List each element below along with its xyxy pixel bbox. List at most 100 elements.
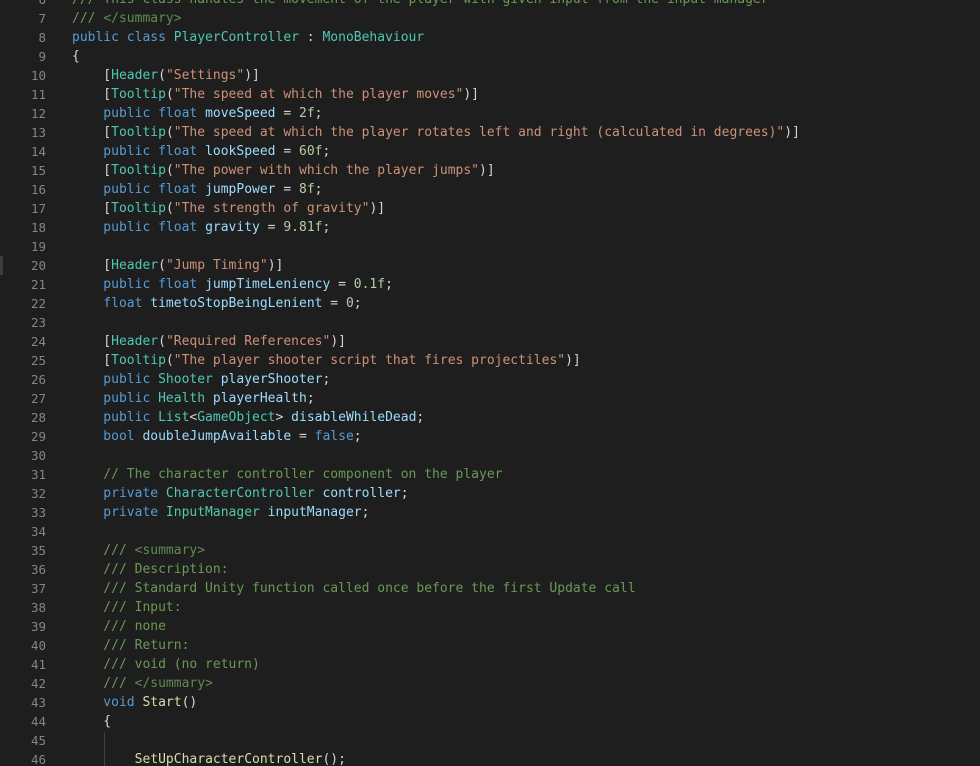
code-line[interactable]: 11 [Tooltip("The speed at which the play… — [0, 85, 980, 104]
code-line[interactable]: 19 — [0, 237, 980, 256]
code-text: private InputManager inputManager; — [72, 503, 369, 522]
code-line[interactable]: 7 /// </summary> — [0, 9, 980, 28]
code-text: [Tooltip("The speed at which the player … — [72, 123, 800, 142]
line-number: 33 — [30, 505, 46, 520]
line-number: 40 — [30, 638, 46, 653]
code-token: )] — [267, 258, 284, 273]
code-line[interactable]: 28 public List<GameObject> disableWhileD… — [0, 408, 980, 427]
code-token: // The character controller component on… — [72, 467, 503, 482]
line-number: 46 — [30, 752, 46, 766]
code-line[interactable]: 43 void Start() — [0, 693, 980, 712]
code-token: Header — [111, 258, 159, 273]
code-token: > — [275, 410, 292, 425]
code-line[interactable]: 26 public Shooter playerShooter; — [0, 370, 980, 389]
code-line[interactable]: 6 /// This class handles the movement of … — [0, 0, 980, 9]
code-token: () — [181, 695, 198, 710]
code-line[interactable]: 38 /// Input: — [0, 598, 980, 617]
code-line[interactable]: 14 public float lookSpeed = 60f; — [0, 142, 980, 161]
code-token: ; — [322, 372, 331, 387]
code-line[interactable]: 42 /// </summary> — [0, 674, 980, 693]
line-number: 19 — [30, 239, 46, 254]
code-line[interactable]: 15 [Tooltip("The power with which the pl… — [0, 161, 980, 180]
code-token: ; — [361, 505, 370, 520]
code-line[interactable]: 16 public float jumpPower = 8f; — [0, 180, 980, 199]
code-token: { — [72, 714, 112, 729]
code-line[interactable]: 24 [Header("Required References")] — [0, 332, 980, 351]
code-line[interactable]: 17 [Tooltip("The strength of gravity")] — [0, 199, 980, 218]
code-line[interactable]: 20 [Header("Jump Timing")] — [0, 256, 980, 275]
code-line[interactable]: 21 public float jumpTimeLeniency = 0.1f; — [0, 275, 980, 294]
code-line[interactable]: 22 float timetoStopBeingLenient = 0; — [0, 294, 980, 313]
code-token: Tooltip — [111, 201, 166, 216]
code-line[interactable]: 25 [Tooltip("The player shooter script t… — [0, 351, 980, 370]
code-line[interactable]: 34 — [0, 522, 980, 541]
code-line[interactable]: 8 public class PlayerController : MonoBeh… — [0, 28, 980, 47]
code-token: = — [291, 429, 315, 444]
code-line[interactable]: 44 { — [0, 712, 980, 731]
line-number: 16 — [30, 182, 46, 197]
line-number: 8 — [38, 30, 46, 45]
code-text: /// none — [72, 617, 166, 636]
code-line[interactable]: 30 — [0, 446, 980, 465]
code-token: [ — [72, 258, 112, 273]
code-token: private — [72, 486, 166, 501]
code-line[interactable]: 10 [Header("Settings")] — [0, 66, 980, 85]
code-token: Tooltip — [111, 87, 166, 102]
line-number: 15 — [30, 163, 46, 178]
code-token: "The player shooter script that fires pr… — [173, 353, 566, 368]
code-line[interactable]: 33 private InputManager inputManager; — [0, 503, 980, 522]
code-token: Start — [142, 695, 182, 710]
code-text: public Health playerHealth; — [72, 389, 315, 408]
code-token: playerShooter — [220, 372, 323, 387]
code-token: private — [72, 505, 166, 520]
code-token: Health — [158, 391, 206, 406]
code-token: "The speed at which the player rotates l… — [173, 125, 785, 140]
code-line[interactable]: 13 [Tooltip("The speed at which the play… — [0, 123, 980, 142]
code-token: )] — [369, 201, 386, 216]
code-token: List — [158, 410, 190, 425]
code-token: 0.1f — [353, 277, 386, 292]
code-token: GameObject — [197, 410, 276, 425]
line-number: 17 — [30, 201, 46, 216]
code-token: false — [314, 429, 354, 444]
code-line[interactable]: 29 bool doubleJumpAvailable = false; — [0, 427, 980, 446]
code-line[interactable]: 37 /// Standard Unity function called on… — [0, 579, 980, 598]
code-text: /// Input: — [72, 598, 181, 617]
code-line[interactable]: 12 public float moveSpeed = 2f; — [0, 104, 980, 123]
code-token: float — [72, 296, 151, 311]
code-token: ( — [165, 353, 174, 368]
code-token: ; — [306, 391, 315, 406]
code-token: public — [72, 410, 159, 425]
code-line[interactable]: 23 — [0, 313, 980, 332]
code-token: controller — [322, 486, 401, 501]
code-token: ; — [314, 182, 323, 197]
code-line[interactable]: 40 /// Return: — [0, 636, 980, 655]
code-editor[interactable]: 6 /// This class handles the movement of … — [0, 0, 980, 766]
code-token: PlayerController — [173, 30, 299, 45]
code-token: disableWhileDead — [291, 410, 417, 425]
code-text: public class PlayerController : MonoBeha… — [72, 28, 424, 47]
code-token: SetUpCharacterController — [134, 752, 323, 766]
code-line[interactable]: 39 /// none — [0, 617, 980, 636]
code-line[interactable]: 27 public Health playerHealth; — [0, 389, 980, 408]
code-line[interactable]: 9{ — [0, 47, 980, 66]
code-text: bool doubleJumpAvailable = false; — [72, 427, 361, 446]
line-number: 10 — [30, 68, 46, 83]
indent-guide — [104, 732, 105, 766]
code-line[interactable]: 35 /// <summary> — [0, 541, 980, 560]
code-token: )] — [463, 87, 480, 102]
line-number: 23 — [30, 315, 46, 330]
code-line[interactable]: 32 private CharacterController controlle… — [0, 484, 980, 503]
line-number: 41 — [30, 657, 46, 672]
code-token: { — [72, 49, 80, 64]
code-token: 2f — [299, 106, 315, 121]
code-text: public float gravity = 9.81f; — [72, 218, 330, 237]
code-line[interactable]: 36 /// Description: — [0, 560, 980, 579]
code-line[interactable]: 46 SetUpCharacterController(); — [0, 750, 980, 766]
code-line[interactable]: 18 public float gravity = 9.81f; — [0, 218, 980, 237]
code-line[interactable]: 41 /// void (no return) — [0, 655, 980, 674]
code-token: "The power with which the player jumps" — [173, 163, 480, 178]
code-line[interactable]: 31 // The character controller component… — [0, 465, 980, 484]
code-line[interactable]: 45 — [0, 731, 980, 750]
